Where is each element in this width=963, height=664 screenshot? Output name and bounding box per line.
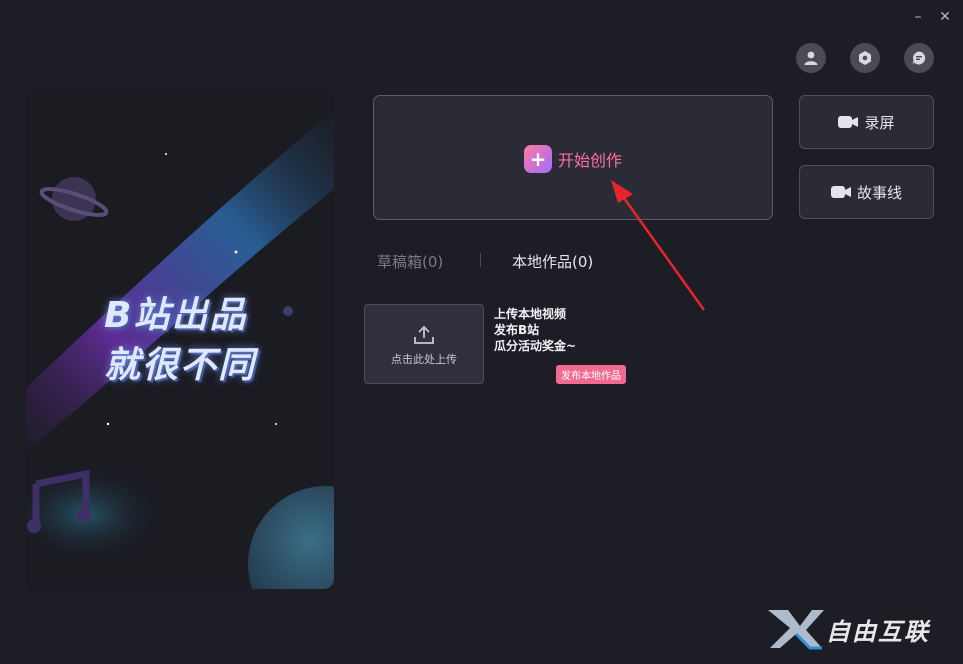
promo-banner: B站出品 就很不同 (26, 94, 334, 589)
upload-area[interactable]: 点击此处上传 (364, 304, 484, 384)
publish-local-badge[interactable]: 发布本地作品 (556, 365, 626, 384)
plus-icon: + (524, 145, 552, 173)
tab-divider (480, 253, 481, 267)
upload-icon (414, 325, 434, 344)
account-button[interactable] (796, 43, 826, 73)
tab-drafts[interactable]: 草稿箱(0) (377, 251, 443, 272)
user-icon (804, 51, 818, 65)
app-window: – ✕ B站出品 就很不同 + 开始创作 录屏 故事线 草稿箱(0) 本地作品(… (0, 0, 963, 664)
promo-line-1: 上传本地视频 (494, 307, 567, 321)
close-button[interactable]: ✕ (933, 6, 957, 28)
tab-local-works[interactable]: 本地作品(0) (512, 251, 593, 272)
minimize-button[interactable]: – (906, 6, 930, 28)
banner-slogan-line1: B站出品 (104, 295, 248, 336)
feedback-icon (912, 51, 926, 65)
upload-label: 点击此处上传 (391, 353, 457, 366)
camera-icon (838, 116, 859, 128)
start-create-button[interactable]: + 开始创作 (373, 95, 773, 220)
start-create-label: 开始创作 (558, 151, 623, 170)
watermark: 自由互联 (766, 606, 956, 650)
promo-line-2: 发布B站 (494, 323, 540, 337)
settings-icon (859, 51, 871, 65)
record-screen-label: 录屏 (864, 113, 895, 132)
settings-button[interactable] (850, 43, 880, 73)
record-screen-button[interactable]: 录屏 (799, 95, 934, 149)
storyline-label: 故事线 (856, 183, 902, 202)
feedback-button[interactable] (904, 43, 934, 73)
watermark-text: 自由互联 (826, 618, 930, 646)
banner-slogan-line2: 就很不同 (104, 345, 257, 386)
promo-line-3: 瓜分活动奖金~ (494, 339, 577, 353)
camera-icon (830, 186, 851, 198)
watermark-logo-icon (768, 610, 824, 650)
storyline-button[interactable]: 故事线 (799, 165, 934, 219)
